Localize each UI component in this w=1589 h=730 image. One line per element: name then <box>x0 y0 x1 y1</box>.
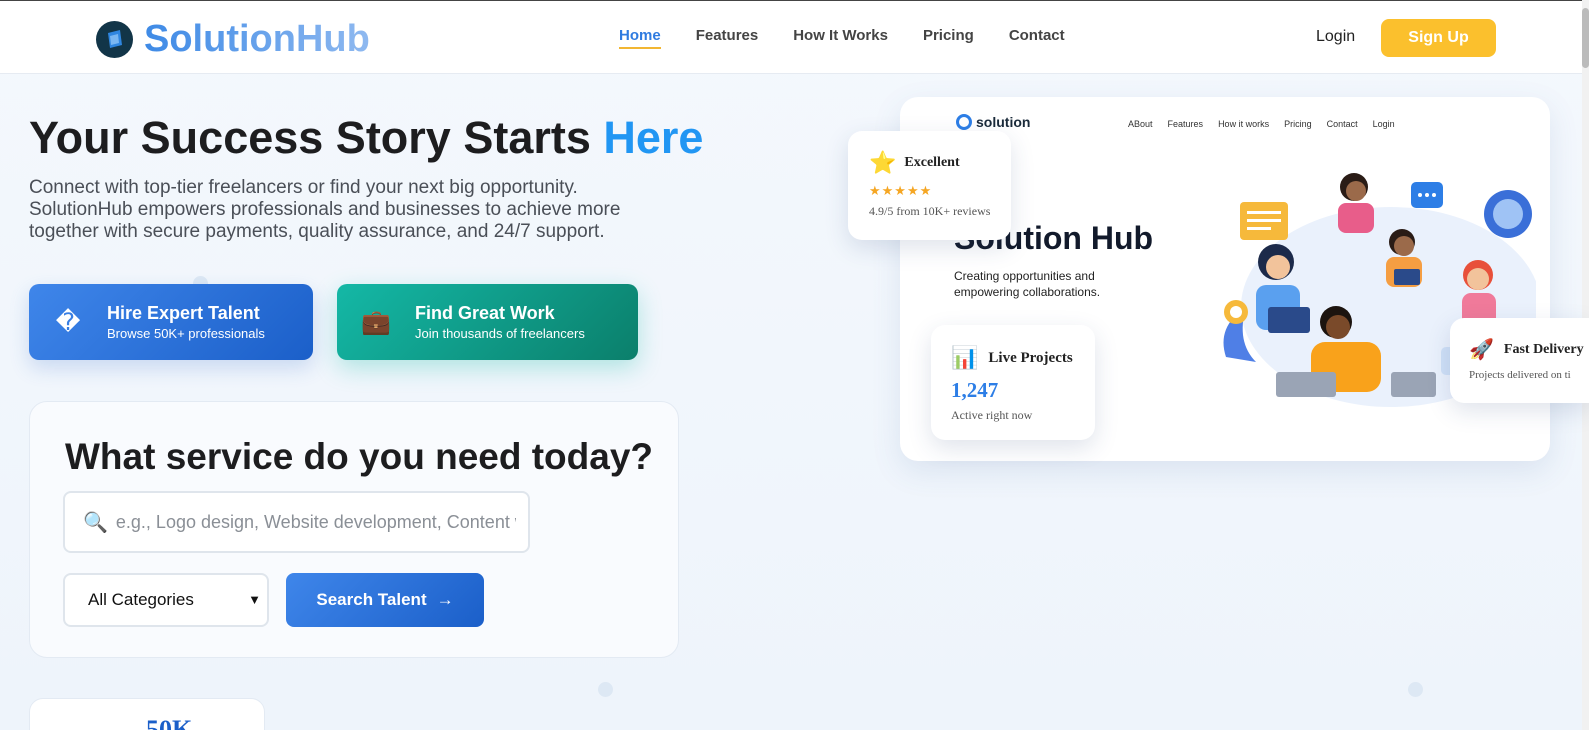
hero-title-accent: Here <box>603 112 704 163</box>
star-icon: ⭐ <box>869 150 897 175</box>
search-icon: 🔍 <box>83 511 108 534</box>
stat-value: 50K <box>146 715 193 730</box>
fast-delivery-title: Fast Delivery <box>1503 341 1584 357</box>
chevron-down-icon: ▼ <box>248 592 261 607</box>
search-talent-button[interactable]: Search Talent → <box>286 573 484 627</box>
work-subtitle: Join thousands of freelancers <box>415 326 585 341</box>
signup-button[interactable]: Sign Up <box>1381 19 1496 57</box>
nav-home[interactable]: Home <box>619 27 661 49</box>
search-title: What service do you need today? <box>65 436 654 477</box>
rating-card-subtitle: 4.9/5 from 10K+ reviews <box>869 204 991 218</box>
nav-features[interactable]: Features <box>696 27 759 49</box>
mockup-nav: ABout Features How it works Pricing Cont… <box>1128 119 1410 129</box>
mockup-nav-item: Login <box>1372 119 1395 129</box>
decor-dot <box>1408 682 1423 697</box>
live-projects-title: Live Projects <box>988 349 1073 366</box>
stat-card: 50K <box>29 698 265 730</box>
top-navbar: SolutionHub Home Features How It Works P… <box>0 0 1589 74</box>
decor-dot <box>598 682 613 697</box>
mockup-nav-item: How it works <box>1218 119 1270 129</box>
work-title: Find Great Work <box>415 303 555 323</box>
category-select[interactable]: All Categories ▼ <box>63 573 269 627</box>
hire-subtitle: Browse 50K+ professionals <box>107 326 265 341</box>
mockup-nav-item: Features <box>1167 119 1204 129</box>
mockup-logo: solution <box>956 114 1030 130</box>
mockup-nav-item: Contact <box>1326 119 1358 129</box>
mockup-logo-text: solution <box>976 114 1031 130</box>
bar-chart-icon: 📊 <box>951 345 979 370</box>
fast-delivery-card: 🚀 Fast Delivery Projects delivered on ti <box>1450 318 1589 403</box>
mockup-nav-item: Pricing <box>1284 119 1312 129</box>
logo-mark-icon <box>96 21 133 58</box>
mockup-subtitle: Creating opportunities and empowering co… <box>954 269 1101 299</box>
rocket-icon: 🚀 <box>1469 339 1494 361</box>
hire-title: Hire Expert Talent <box>107 303 260 323</box>
hire-talent-button[interactable]: � Hire Expert Talent Browse 50K+ profess… <box>29 284 313 360</box>
main-nav: Home Features How It Works Pricing Conta… <box>619 27 1100 49</box>
rating-stars: ★★★★★ <box>869 183 933 198</box>
nav-how-it-works[interactable]: How It Works <box>793 27 888 49</box>
login-link[interactable]: Login <box>1316 28 1355 46</box>
category-selected: All Categories <box>88 590 194 609</box>
hero-title-main: Your Success Story Starts <box>29 112 604 163</box>
question-box-icon: � <box>55 308 81 336</box>
live-projects-subtitle: Active right now <box>951 408 1033 422</box>
fast-delivery-subtitle: Projects delivered on ti <box>1469 369 1571 381</box>
hero-title: Your Success Story Starts Here <box>29 112 703 164</box>
briefcase-icon: 💼 <box>361 308 391 336</box>
hero-subtitle: Connect with top-tier freelancers or fin… <box>29 177 621 242</box>
find-work-button[interactable]: 💼 Find Great Work Join thousands of free… <box>337 284 638 360</box>
scrollbar-thumb[interactable] <box>1582 8 1589 68</box>
live-projects-count: 1,247 <box>951 378 999 402</box>
brand-logo[interactable]: SolutionHub <box>96 18 370 61</box>
live-projects-card: 📊 Live Projects 1,247 Active right now <box>931 325 1095 440</box>
search-input[interactable] <box>115 511 516 533</box>
nav-pricing[interactable]: Pricing <box>923 27 974 49</box>
rating-card: ⭐ Excellent ★★★★★ 4.9/5 from 10K+ reviews <box>848 131 1011 240</box>
mockup-nav-item: ABout <box>1128 119 1153 129</box>
search-button-label: Search Talent <box>316 590 427 609</box>
mockup-logo-icon <box>956 114 972 130</box>
nav-contact[interactable]: Contact <box>1009 27 1065 49</box>
search-field[interactable]: 🔍 <box>63 491 530 553</box>
rating-card-title: Excellent <box>904 155 960 170</box>
brand-name: SolutionHub <box>144 18 370 60</box>
arrow-right-icon: → <box>436 590 454 609</box>
service-search-card: What service do you need today? 🔍 All Ca… <box>29 401 679 658</box>
